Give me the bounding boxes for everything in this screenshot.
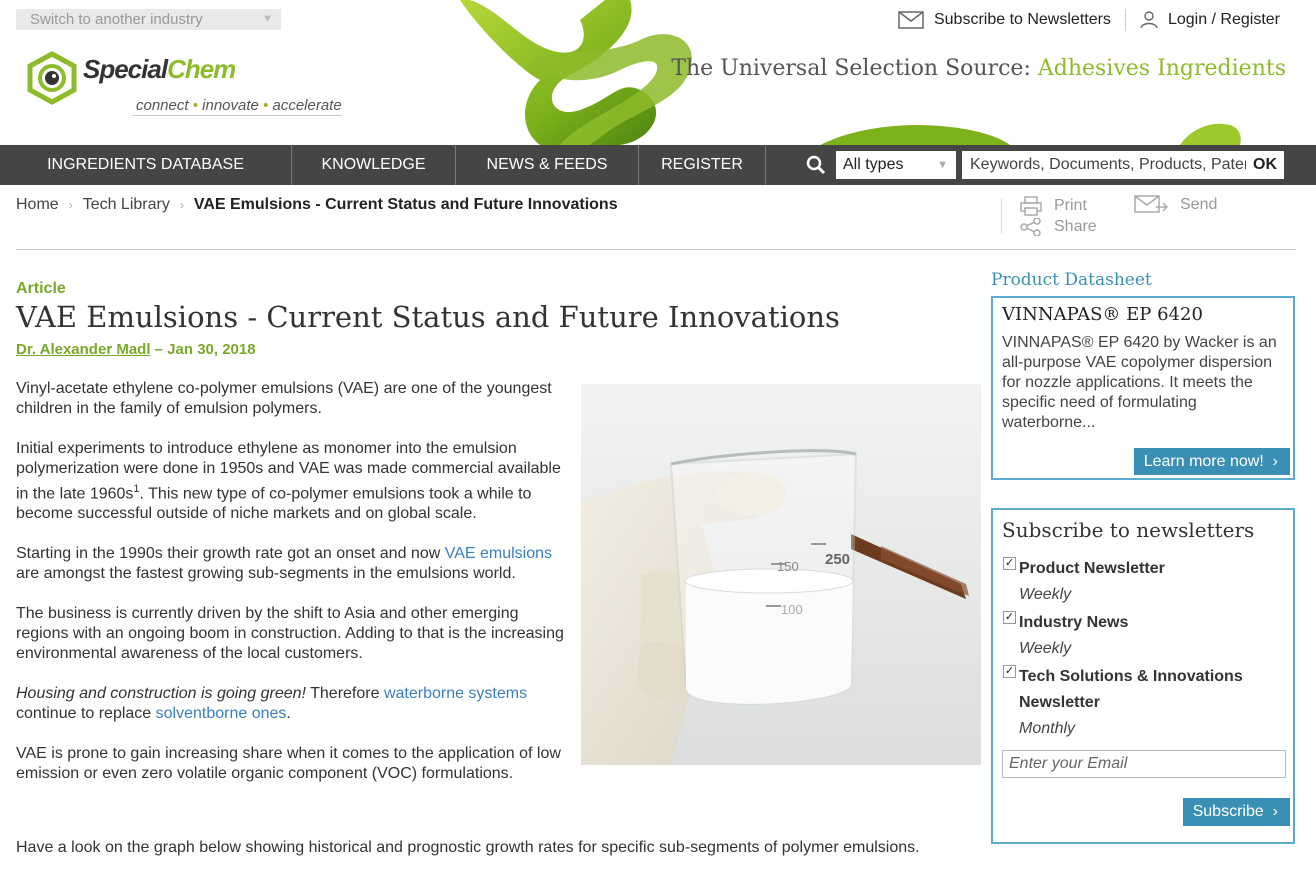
newsletter-frequency: Weekly <box>1019 640 1072 657</box>
newsletter-title: Subscribe to newsletters <box>1002 518 1255 542</box>
subscribe-label: Subscribe <box>1192 803 1264 820</box>
newsletter-checkbox[interactable]: ✓ <box>1003 557 1016 570</box>
newsletter-name: Tech Solutions & Innovations Newsletter <box>1019 668 1243 711</box>
login-register-label: Login / Register <box>1167 11 1280 28</box>
newsletter-frequency: Weekly <box>1019 586 1072 603</box>
type-filter-select[interactable]: All types ▼ <box>836 151 956 179</box>
logo-mark-icon <box>27 51 77 105</box>
chevron-right-icon: › <box>1268 803 1278 820</box>
search-ok-button[interactable]: OK <box>1246 151 1284 179</box>
top-links: Subscribe to Newsletters Login / Registe… <box>898 9 1280 31</box>
chevron-right-icon: › <box>68 198 73 212</box>
article-paragraph: Have a look on the graph below showing h… <box>16 839 920 856</box>
beaker-photo-illustration: 250 150 100 <box>581 384 981 765</box>
article-image: 250 150 100 <box>581 384 981 765</box>
send-envelope-icon <box>1134 195 1168 213</box>
article-paragraph: VAE is prone to gain increasing share wh… <box>16 745 561 783</box>
newsletter-name: Industry News <box>1019 614 1129 631</box>
solventborne-link[interactable]: solventborne ones <box>156 705 287 722</box>
share-label: Share <box>1054 218 1097 235</box>
newsletter-name: Product Newsletter <box>1019 560 1165 577</box>
product-datasheet-label: Product Datasheet <box>991 270 1152 290</box>
newsletter-subscribe-card: Subscribe to newsletters ✓ Product Newsl… <box>991 508 1295 844</box>
email-field[interactable] <box>1002 750 1286 778</box>
logo-tagline: connect • innovate • accelerate <box>136 97 342 114</box>
article-byline: Dr. Alexander Madl – Jan 30, 2018 <box>16 341 256 358</box>
product-datasheet-card: VINNAPAS® EP 6420 VINNAPAS® EP 6420 by W… <box>991 296 1295 480</box>
user-icon <box>1140 11 1158 29</box>
nav-ingredients-database[interactable]: INGREDIENTS DATABASE <box>0 145 292 185</box>
article-paragraph: The business is currently driven by the … <box>16 605 564 663</box>
waterborne-systems-link[interactable]: waterborne systems <box>384 685 527 702</box>
print-label: Print <box>1054 197 1087 214</box>
nav-news-feeds[interactable]: NEWS & FEEDS <box>456 145 639 185</box>
newsletter-option: ✓ Product Newsletter Weekly <box>1002 556 1284 608</box>
type-filter-value: All types <box>843 156 904 173</box>
industry-switch-select[interactable]: Switch to another industry ▼ <box>16 9 281 30</box>
tools-divider <box>1001 198 1002 234</box>
article-paragraph: Housing and construction is going green!… <box>16 685 528 723</box>
article-paragraph: Vinyl-acetate ethylene co-polymer emulsi… <box>16 380 552 417</box>
search-icon[interactable] <box>806 155 826 175</box>
learn-more-button[interactable]: Learn more now! › <box>1133 448 1290 475</box>
breadcrumb-home[interactable]: Home <box>16 196 59 214</box>
beaker-mark-100: 100 <box>781 602 803 617</box>
print-button[interactable]: Print <box>1020 196 1087 216</box>
subscribe-newsletters-link[interactable]: Subscribe to Newsletters <box>898 11 1111 29</box>
printer-icon <box>1020 196 1042 216</box>
tagline-industry: Adhesives Ingredients <box>1037 56 1286 81</box>
share-icon <box>1020 218 1041 236</box>
newsletter-option: ✓ Industry News Weekly <box>1002 610 1284 662</box>
send-label: Send <box>1180 196 1218 213</box>
article-type-label: Article <box>16 280 66 297</box>
article-paragraph: Initial experiments to introduce ethylen… <box>16 440 561 523</box>
breadcrumb-current: VAE Emulsions - Current Status and Futur… <box>193 196 618 213</box>
beaker-mark-250: 250 <box>825 551 850 568</box>
logo-wordmark: SpecialChem <box>83 54 236 84</box>
article-title: VAE Emulsions - Current Status and Futur… <box>16 300 840 334</box>
breadcrumb-divider <box>16 249 1296 250</box>
nav-knowledge[interactable]: KNOWLEDGE <box>292 145 456 185</box>
chevron-right-icon: › <box>1268 453 1278 470</box>
top-links-divider <box>1124 9 1126 31</box>
subscribe-newsletters-label: Subscribe to Newsletters <box>933 11 1111 28</box>
share-button[interactable]: Share <box>1020 218 1097 236</box>
nav-register[interactable]: REGISTER <box>639 145 766 185</box>
site-logo[interactable]: SpecialChem connect • innovate • acceler… <box>24 48 354 123</box>
newsletter-option: ✓ Tech Solutions & Innovations Newslette… <box>1002 664 1284 742</box>
learn-more-label: Learn more now! <box>1143 453 1264 470</box>
chevron-down-icon: ▼ <box>262 13 273 25</box>
chevron-down-icon: ▼ <box>937 159 948 171</box>
newsletter-checkbox[interactable]: ✓ <box>1003 665 1016 678</box>
main-nav: INGREDIENTS DATABASE KNOWLEDGE NEWS & FE… <box>0 145 1316 185</box>
site-tagline: The Universal Selection Source: Adhesive… <box>671 56 1286 81</box>
keyword-search-input[interactable] <box>962 151 1246 179</box>
product-title[interactable]: VINNAPAS® EP 6420 <box>1002 304 1284 325</box>
subscribe-button[interactable]: Subscribe › <box>1182 798 1290 826</box>
article-paragraph: Starting in the 1990s their growth rate … <box>16 545 553 583</box>
chevron-right-icon: › <box>179 198 184 212</box>
newsletter-frequency: Monthly <box>1019 720 1076 737</box>
logo-underline <box>132 115 342 116</box>
breadcrumb: Home › Tech Library › VAE Emulsions - Cu… <box>16 196 618 214</box>
vae-emulsions-link[interactable]: VAE emulsions <box>445 545 552 562</box>
article-body: Vinyl-acetate ethylene co-polymer emulsi… <box>16 379 571 804</box>
newsletter-checkbox[interactable]: ✓ <box>1003 611 1016 624</box>
send-button[interactable]: Send <box>1134 195 1217 215</box>
article-date: – Jan 30, 2018 <box>150 341 256 358</box>
author-link[interactable]: Dr. Alexander Madl <box>16 341 151 358</box>
industry-switch-label: Switch to another industry <box>30 11 203 28</box>
login-register-link[interactable]: Login / Register <box>1140 11 1280 29</box>
breadcrumb-tech-library[interactable]: Tech Library <box>83 196 170 214</box>
envelope-icon <box>898 11 924 29</box>
product-description: VINNAPAS® EP 6420 by Wacker is an all-pu… <box>1002 334 1277 431</box>
beaker-mark-150: 150 <box>777 559 799 574</box>
